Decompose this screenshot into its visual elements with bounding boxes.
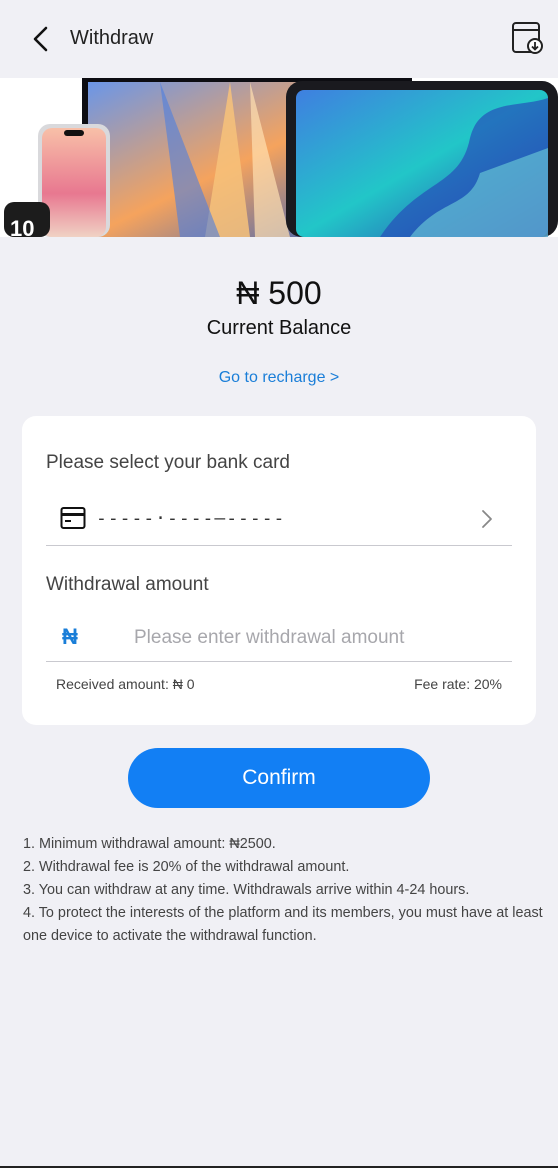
svg-text:10: 10 [10, 216, 34, 237]
naira-currency-icon: ₦ [62, 624, 78, 649]
note-item: 1. Minimum withdrawal amount: ₦2500. [23, 836, 276, 852]
withdrawal-amount-input[interactable] [134, 622, 504, 654]
note-item: 2. Withdrawal fee is 20% of the withdraw… [23, 859, 350, 875]
back-button[interactable] [26, 22, 56, 56]
received-amount-text: Received amount: ₦ 0 [56, 676, 195, 692]
confirm-button[interactable]: Confirm [128, 748, 430, 808]
fee-rate-text: Fee rate: 20% [414, 676, 502, 692]
note-item: 3. You can withdraw at any time. Withdra… [23, 882, 470, 898]
bank-card-icon [60, 507, 86, 529]
bank-card-number: -----·----—----- [96, 508, 286, 529]
withdraw-record-button[interactable] [510, 20, 544, 56]
note-item: 4. To protect the interests of the platf… [23, 905, 543, 944]
go-to-recharge-link[interactable]: Go to recharge > [0, 369, 558, 387]
withdraw-form-card: Please select your bank card -----·----—… [22, 416, 536, 725]
withdraw-record-icon [512, 22, 543, 54]
chevron-left-icon [33, 26, 48, 52]
bank-card-selector[interactable]: -----·----—----- [46, 496, 512, 546]
app-header: Withdraw [0, 0, 558, 78]
page-title: Withdraw [70, 27, 154, 49]
bank-card-section-label: Please select your bank card [46, 452, 290, 473]
withdrawal-notes: 1. Minimum withdrawal amount: ₦2500. 2. … [23, 833, 543, 948]
withdrawal-amount-row: ₦ [46, 616, 512, 662]
current-balance-amount: ₦ 500 [236, 275, 322, 311]
devices-banner-image: 10 [0, 78, 558, 237]
current-balance-label: Current Balance [206, 317, 352, 339]
withdrawal-amount-label: Withdrawal amount [46, 574, 209, 595]
chevron-right-icon [482, 510, 492, 528]
